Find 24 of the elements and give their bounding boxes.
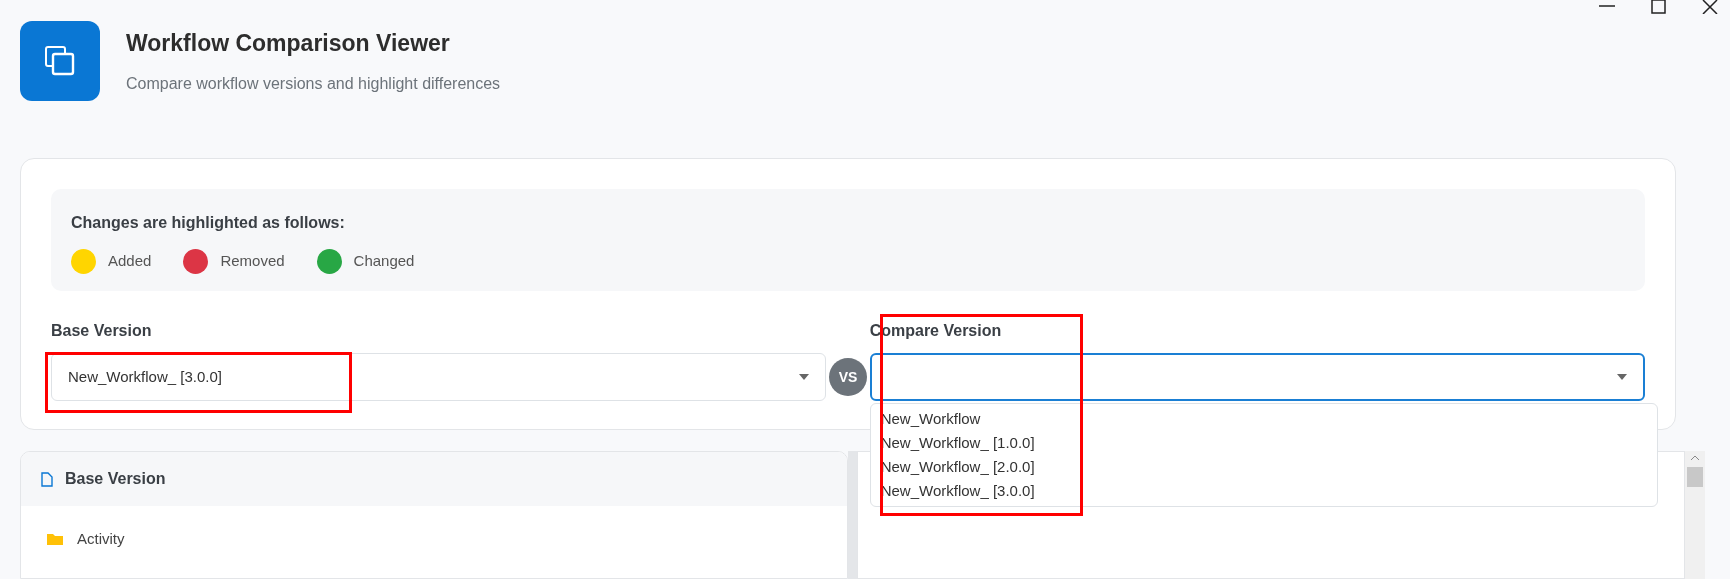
scrollbar-thumb[interactable]	[1687, 467, 1703, 487]
tree-item[interactable]: Activity	[77, 528, 125, 551]
legend-heading: Changes are highlighted as follows:	[71, 213, 346, 233]
folder-icon	[47, 533, 63, 546]
legend-label: Removed	[220, 251, 285, 272]
compare-version-select[interactable]	[869, 353, 1645, 401]
document-icon	[41, 471, 53, 487]
maximize-icon[interactable]	[1651, 0, 1666, 14]
dropdown-option[interactable]: New_Workflow_ [3.0.0]	[870, 479, 1657, 503]
close-icon[interactable]	[1702, 0, 1718, 14]
legend-label: Changed	[353, 251, 415, 272]
field-label: Base Version	[51, 321, 153, 341]
scrollbar[interactable]	[1685, 451, 1705, 579]
app-subtitle: Compare workflow versions and highlight differences	[126, 74, 501, 95]
base-version-select[interactable]: New_Workflow_ [3.0.0]	[51, 353, 827, 401]
legend-label: Added	[108, 251, 152, 272]
vs-badge: VS	[829, 358, 867, 396]
dropdown-caret-icon	[1617, 374, 1627, 380]
panel-title: Base Version	[65, 469, 166, 489]
dropdown-option[interactable]: New_Workflow_ [1.0.0]	[870, 431, 1657, 455]
dropdown-option[interactable]: New_Workflow_ [2.0.0]	[870, 455, 1657, 479]
dropdown-caret-icon	[799, 374, 810, 380]
dropdown-option[interactable]: New_Workflow	[870, 407, 1657, 431]
app-title: Workflow Comparison Viewer	[126, 28, 451, 58]
